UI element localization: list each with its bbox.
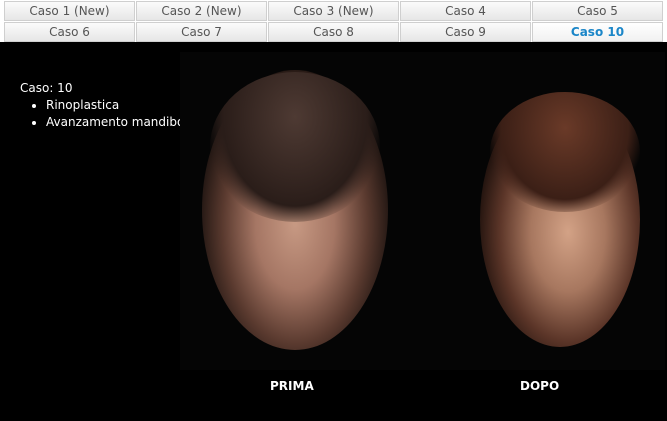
before-hair-image [210,72,380,222]
tab-caso-4[interactable]: Caso 4 [400,1,531,21]
tab-caso-5[interactable]: Caso 5 [532,1,663,21]
tab-caso-1[interactable]: Caso 1 (New) [4,1,135,21]
tab-caso-7[interactable]: Caso 7 [136,22,267,42]
tab-caso-6[interactable]: Caso 6 [4,22,135,42]
after-caption: DOPO [520,379,560,393]
tab-row-1: Caso 1 (New) Caso 2 (New) Caso 3 (New) C… [0,1,667,21]
tab-row-2: Caso 6 Caso 7 Caso 8 Caso 9 Caso 10 [0,22,667,42]
tab-caso-2[interactable]: Caso 2 (New) [136,1,267,21]
case-stage: Caso: 10 Rinoplastica Avanzamento mandib… [0,42,667,421]
case-tabs: Caso 1 (New) Caso 2 (New) Caso 3 (New) C… [0,0,667,42]
before-after-photo [180,52,665,370]
tab-caso-10[interactable]: Caso 10 [532,22,663,42]
case-label: Caso: 10 [20,81,73,95]
after-hair-image [490,92,640,212]
tab-caso-9[interactable]: Caso 9 [400,22,531,42]
procedure-list: Rinoplastica Avanzamento mandibolare [20,97,207,131]
tab-caso-3[interactable]: Caso 3 (New) [268,1,399,21]
before-caption: PRIMA [270,379,314,393]
case-info: Caso: 10 Rinoplastica Avanzamento mandib… [20,80,207,131]
tab-caso-8[interactable]: Caso 8 [268,22,399,42]
